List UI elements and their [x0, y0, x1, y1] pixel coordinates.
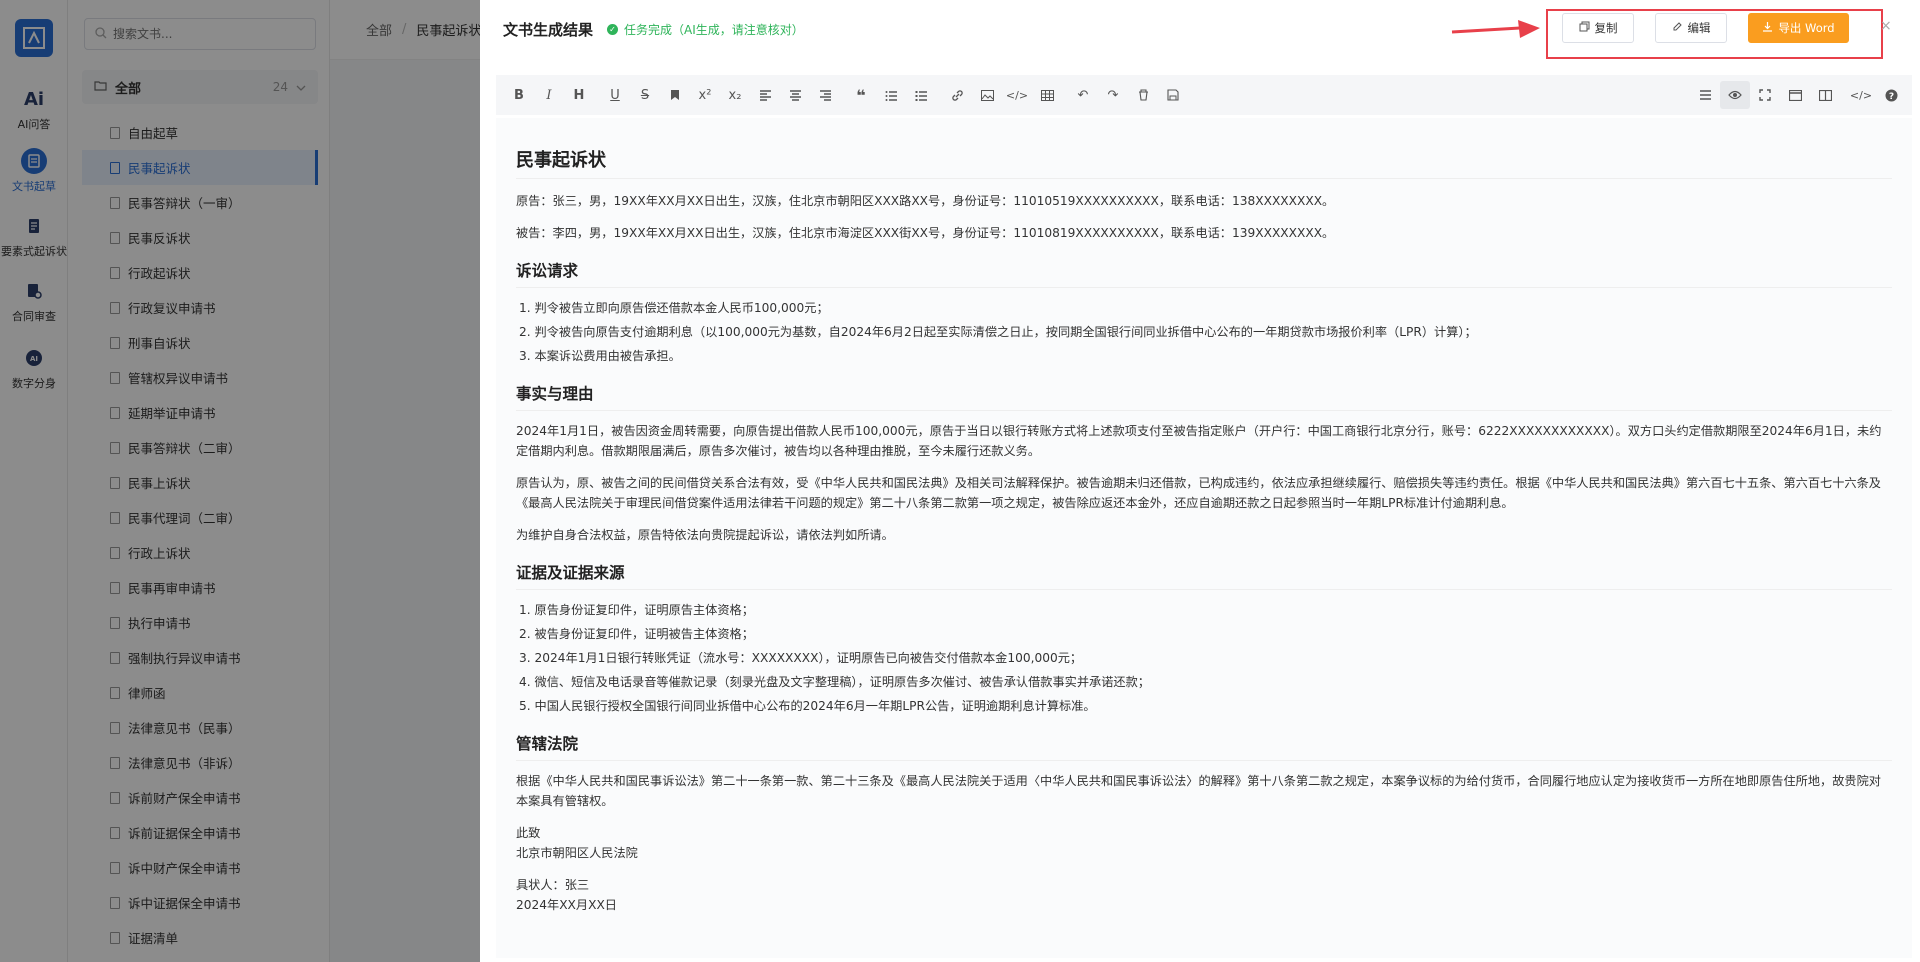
- export-label: 导出 Word: [1778, 21, 1835, 35]
- list-item: 1. 判令被告立即向原告偿还借款本金人民币100,000元；: [519, 301, 829, 315]
- subscript-icon[interactable]: x₂: [720, 81, 750, 109]
- window-icon[interactable]: [1780, 81, 1810, 109]
- document-title: 民事起诉状: [516, 146, 1892, 179]
- edit-label: 编辑: [1687, 21, 1711, 35]
- court-paragraph: 根据《中华人民共和国民事诉讼法》第二十一条第一款、第二十三条及《最高人民法院关于…: [516, 774, 1881, 808]
- claims-list: 1. 判令被告立即向原告偿还借款本金人民币100,000元； 2. 判令被告向原…: [516, 298, 1892, 366]
- heading-icon[interactable]: H: [564, 81, 594, 109]
- ordered-list-icon[interactable]: [876, 81, 906, 109]
- image-icon[interactable]: [972, 81, 1002, 109]
- pencil-icon: [1672, 21, 1683, 35]
- list-item: 1. 原告身份证复印件，证明原告主体资格；: [519, 603, 754, 617]
- annotation-arrow-icon: [1451, 20, 1540, 38]
- closing-salutation: 此致: [516, 826, 541, 840]
- list-item: 2. 被告身份证复印件，证明被告主体资格；: [519, 627, 754, 641]
- status-badge: ✓ 任务完成（AI生成，请注意核对）: [607, 21, 804, 38]
- menu-icon[interactable]: [1690, 81, 1720, 109]
- redo-icon[interactable]: ↷: [1098, 81, 1128, 109]
- document-preview: 民事起诉状 原告：张三，男，19XX年XX月XX日出生，汉族，住北京市朝阳区XX…: [496, 118, 1912, 958]
- italic-icon[interactable]: I: [534, 81, 564, 109]
- align-center-icon[interactable]: [780, 81, 810, 109]
- section-facts-title: 事实与理由: [516, 382, 1892, 411]
- save-icon[interactable]: [1158, 81, 1188, 109]
- list-item: 3. 2024年1月1日银行转账凭证（流水号：XXXXXXXX），证明原告已向被…: [519, 651, 1083, 665]
- export-word-button[interactable]: 导出 Word: [1748, 13, 1849, 43]
- facts-paragraph: 原告认为，原、被告之间的民间借贷关系合法有效，受《中华人民共和国民法典》及相关司…: [516, 476, 1881, 510]
- list-item: 2. 判令被告向原告支付逾期利息（以100,000元为基数，自2024年6月2日…: [519, 325, 1477, 339]
- code-icon[interactable]: </>: [1002, 81, 1032, 109]
- list-item: 3. 本案诉讼费用由被告承担。: [519, 349, 681, 363]
- drawer-title: 文书生成结果: [503, 20, 594, 39]
- underline-icon[interactable]: U: [600, 81, 630, 109]
- list-item: 5. 中国人民银行授权全国银行间同业拆借中心公布的2024年6月一年期LPR公告…: [519, 699, 1096, 713]
- link-icon[interactable]: [942, 81, 972, 109]
- undo-icon[interactable]: ↶: [1068, 81, 1098, 109]
- copy-icon: [1579, 21, 1590, 35]
- list-item: 4. 微信、短信及电话录音等催款记录（刻录光盘及文字整理稿），证明原告多次催讨、…: [519, 675, 1150, 689]
- signature-block: 此致 北京市朝阳区人民法院 具状人：张三 2024年XX月XX日: [516, 823, 1892, 915]
- court-name: 北京市朝阳区人民法院: [516, 846, 638, 860]
- copy-button[interactable]: 复制: [1562, 13, 1634, 43]
- bold-icon[interactable]: B: [504, 81, 534, 109]
- fullscreen-icon[interactable]: [1750, 81, 1780, 109]
- align-right-icon[interactable]: [810, 81, 840, 109]
- clear-icon[interactable]: [1128, 81, 1158, 109]
- preview-icon[interactable]: [1720, 81, 1750, 109]
- download-icon: [1762, 21, 1773, 35]
- align-left-icon[interactable]: [750, 81, 780, 109]
- signer: 具状人：张三: [516, 878, 590, 892]
- unordered-list-icon[interactable]: [906, 81, 936, 109]
- facts-paragraph: 为维护自身合法权益，原告特依法向贵院提起诉讼，请依法判如所请。: [516, 528, 894, 542]
- section-claims-title: 诉讼请求: [516, 259, 1892, 288]
- edit-button[interactable]: 编辑: [1655, 13, 1727, 43]
- bookmark-icon[interactable]: [660, 81, 690, 109]
- strikethrough-icon[interactable]: S: [630, 81, 660, 109]
- evidence-list: 1. 原告身份证复印件，证明原告主体资格； 2. 被告身份证复印件，证明被告主体…: [516, 600, 1892, 716]
- copy-label: 复制: [1594, 21, 1618, 35]
- section-court-title: 管辖法院: [516, 732, 1892, 761]
- close-icon[interactable]: ×: [1880, 18, 1892, 34]
- defendant-info: 被告：李四，男，19XX年XX月XX日出生，汉族，住北京市海淀区XXX街XX号，…: [516, 226, 1335, 240]
- superscript-icon[interactable]: x²: [690, 81, 720, 109]
- help-icon[interactable]: ?: [1876, 81, 1906, 109]
- status-text: 任务完成（AI生成，请注意核对）: [624, 22, 804, 37]
- split-icon[interactable]: [1810, 81, 1840, 109]
- document-date: 2024年XX月XX日: [516, 898, 617, 912]
- result-drawer: 文书生成结果 ✓ 任务完成（AI生成，请注意核对） 复制 编辑 导出 Word …: [480, 0, 1920, 962]
- facts-paragraph: 2024年1月1日，被告因资金周转需要，向原告提出借款人民币100,000元，原…: [516, 424, 1882, 458]
- check-circle-icon: ✓: [607, 23, 619, 35]
- svg-text:?: ?: [1888, 92, 1893, 102]
- source-icon[interactable]: </>: [1846, 81, 1876, 109]
- quote-icon[interactable]: ❝: [846, 81, 876, 109]
- plaintiff-info: 原告：张三，男，19XX年XX月XX日出生，汉族，住北京市朝阳区XXX路XX号，…: [516, 194, 1335, 208]
- table-icon[interactable]: [1032, 81, 1062, 109]
- section-evidence-title: 证据及证据来源: [516, 561, 1892, 590]
- editor-toolbar: B I H U S x² x₂ ❝ </> ↶ ↷ </> ?: [496, 75, 1912, 115]
